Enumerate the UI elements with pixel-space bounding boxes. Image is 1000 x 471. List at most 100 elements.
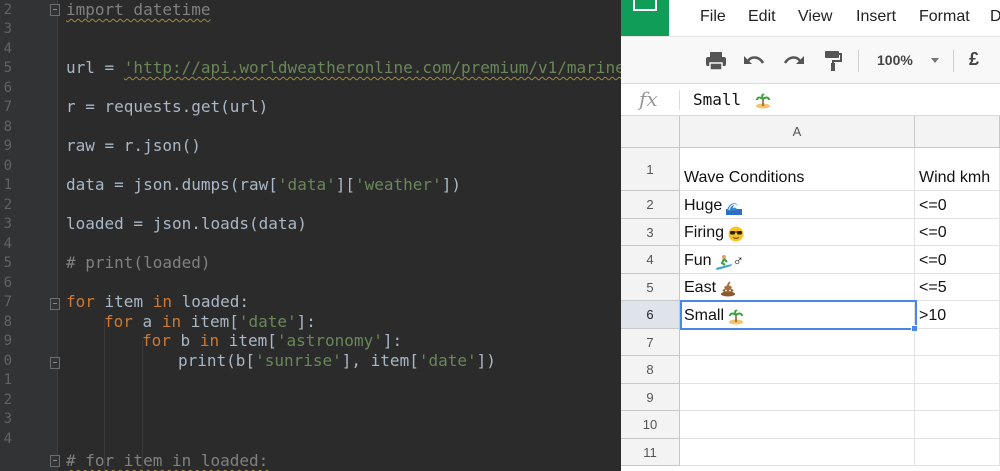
toolbar: 100% £ (621, 36, 1000, 84)
cell-b11[interactable] (915, 439, 1000, 466)
print-icon[interactable] (703, 48, 729, 74)
formula-divider (679, 90, 680, 110)
fold-marker-icon[interactable] (50, 4, 60, 16)
surfer-icon (715, 255, 732, 270)
code-comment[interactable]: # print(loaded) (66, 253, 211, 273)
row-header[interactable]: 10 (621, 411, 680, 439)
row-header[interactable]: 1 (621, 148, 680, 191)
line-number: 6 (3, 275, 12, 291)
row-header[interactable]: 8 (621, 356, 680, 384)
cell-a1[interactable]: Wave Conditions (680, 148, 915, 191)
line-number: 3 (3, 411, 12, 427)
line-number: 7 (3, 99, 12, 115)
menu-insert[interactable]: Insert (856, 8, 896, 26)
formula-input[interactable]: Small (693, 90, 771, 109)
code-line[interactable]: data = json.dumps(raw['data']['weather']… (66, 175, 461, 195)
menu-data[interactable]: D (990, 8, 1000, 26)
row-header[interactable]: 11 (621, 439, 680, 466)
spreadsheet-window: File Edit View Insert Format D 100% £ fx… (621, 0, 1000, 471)
line-number: 1 (3, 372, 12, 388)
menu-file[interactable]: File (700, 8, 726, 26)
cell-b8[interactable] (915, 356, 1000, 384)
cell-a9[interactable] (680, 384, 915, 411)
zoom-select[interactable]: 100% (877, 52, 913, 68)
poop-icon (721, 281, 736, 297)
row-header[interactable]: 5 (621, 274, 680, 301)
row-header[interactable]: 7 (621, 329, 680, 356)
cell-a10[interactable] (680, 411, 915, 439)
line-number: 2 (3, 392, 12, 408)
line-number-gutter: 2 3 4 5 6 7 8 9 0 1 2 3 4 5 6 7 8 9 0 1 … (0, 0, 60, 471)
redo-icon[interactable] (781, 48, 807, 74)
fold-marker-icon[interactable] (50, 298, 60, 310)
line-number: 2 (3, 2, 12, 18)
fx-icon: fx (639, 87, 658, 111)
active-cell-selection (680, 300, 917, 330)
code-line[interactable]: r = requests.get(url) (66, 97, 268, 117)
code-line[interactable]: loaded = json.loads(data) (66, 214, 307, 234)
select-all-corner[interactable] (621, 116, 680, 148)
code-line[interactable]: print(b['sunrise'], item['date']) (178, 351, 496, 371)
fold-marker-icon[interactable] (50, 357, 60, 369)
column-header-a[interactable]: A (680, 116, 915, 148)
line-number: 5 (3, 255, 12, 271)
cell-a11[interactable] (680, 439, 915, 466)
code-editor[interactable]: 2 3 4 5 6 7 8 9 0 1 2 3 4 5 6 7 8 9 0 1 … (0, 0, 621, 471)
line-number: 5 (3, 60, 12, 76)
line-number: 0 (3, 353, 12, 369)
column-header-b[interactable] (915, 116, 1000, 148)
menu-edit[interactable]: Edit (748, 8, 776, 26)
code-line[interactable]: raw = r.json() (66, 136, 201, 156)
currency-format-button[interactable]: £ (969, 49, 979, 70)
cell-b1[interactable]: Wind kmh (915, 148, 1000, 191)
line-number: 9 (3, 138, 12, 154)
cell-grid[interactable]: A 1 2 3 4 5 6 7 8 9 10 11 Wave Condition… (621, 116, 1000, 471)
row-header[interactable]: 3 (621, 219, 680, 246)
row-header[interactable]: 9 (621, 384, 680, 411)
fold-marker-icon[interactable] (50, 455, 60, 467)
cell-a7[interactable] (680, 329, 915, 356)
line-number: 7 (3, 294, 12, 310)
cell-b3[interactable]: <=0 (915, 219, 1000, 246)
code-line[interactable]: for b in item['astronomy']: (142, 331, 402, 351)
cell-b6[interactable]: >10 (915, 301, 1000, 329)
island-icon (755, 93, 770, 108)
code-line[interactable]: url = 'http://api.worldweatheronline.com… (66, 58, 621, 78)
code-line[interactable]: import datetime (66, 0, 211, 20)
cell-a4[interactable]: Fun ♂ (680, 246, 915, 274)
row-header[interactable]: 6 (621, 301, 680, 329)
row-header[interactable]: 2 (621, 191, 680, 219)
code-comment[interactable]: # for item in loaded: (66, 451, 268, 471)
cell-a2[interactable]: Huge (680, 191, 915, 219)
cell-b2[interactable]: <=0 (915, 191, 1000, 219)
menu-bar: File Edit View Insert Format D (621, 0, 1000, 36)
chevron-down-icon[interactable] (931, 58, 939, 63)
cell-b10[interactable] (915, 411, 1000, 439)
line-number: 8 (3, 314, 12, 330)
menu-view[interactable]: View (798, 8, 832, 26)
toolbar-divider (858, 50, 859, 72)
toolbar-divider (953, 50, 954, 72)
paint-format-icon[interactable] (820, 48, 846, 74)
line-number: 1 (3, 177, 12, 193)
line-number: 8 (3, 119, 12, 135)
code-line[interactable]: for a in item['date']: (104, 312, 316, 332)
undo-icon[interactable] (741, 48, 767, 74)
cell-b9[interactable] (915, 384, 1000, 411)
cell-a3[interactable]: Firing (680, 219, 915, 246)
line-number: 2 (3, 197, 12, 213)
fill-handle[interactable] (911, 325, 918, 332)
code-line[interactable]: for item in loaded: (66, 292, 249, 312)
menu-format[interactable]: Format (919, 8, 970, 26)
line-number: 0 (3, 158, 12, 174)
row-header[interactable]: 4 (621, 246, 680, 274)
cell-b5[interactable]: <=5 (915, 274, 1000, 301)
cell-b7[interactable] (915, 329, 1000, 356)
cell-a5[interactable]: East (680, 274, 915, 301)
cell-b4[interactable]: <=0 (915, 246, 1000, 274)
sheets-logo-icon[interactable] (621, 0, 677, 36)
line-number: 4 (3, 431, 12, 447)
cell-a8[interactable] (680, 356, 915, 384)
line-number: 4 (3, 41, 12, 57)
formula-bar: fx Small (621, 84, 1000, 116)
